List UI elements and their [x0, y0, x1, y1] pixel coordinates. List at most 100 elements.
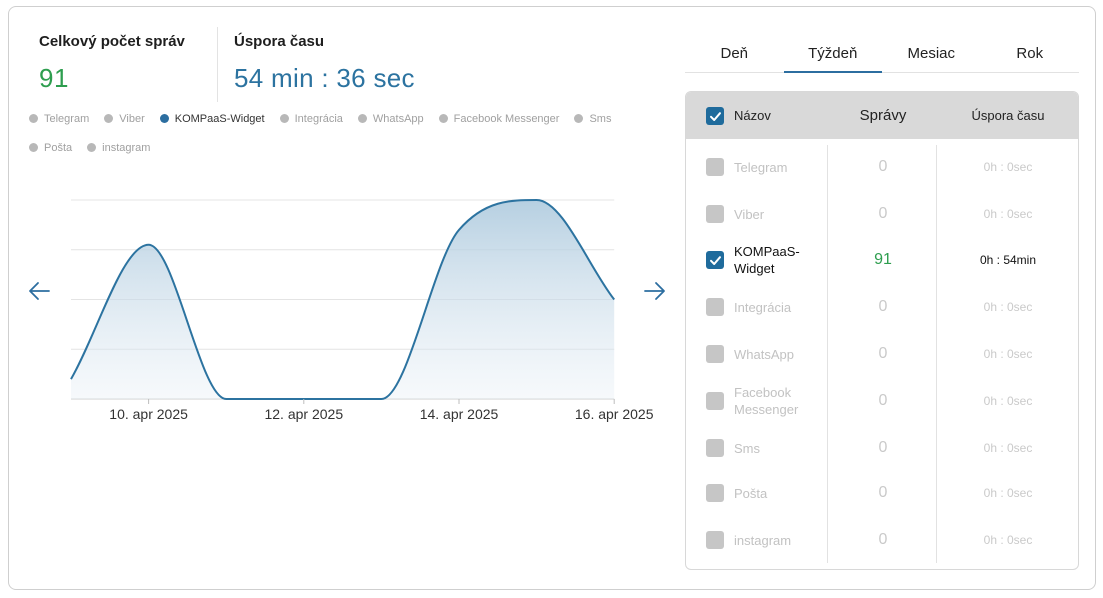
stat-divider: [217, 27, 218, 102]
legend-label: instagram: [102, 141, 151, 154]
table-header: Názov Správy Úspora času: [686, 92, 1078, 139]
legend-dot-icon: [357, 114, 367, 123]
row-checkbox[interactable]: [706, 205, 724, 223]
tab-0[interactable]: Deň: [685, 37, 784, 72]
row-name: Integrácia: [734, 299, 792, 315]
legend-label: Facebook Messenger: [453, 112, 560, 125]
row-messages: 0: [878, 392, 888, 409]
legend-dot-icon: [574, 114, 584, 123]
legend-dot-icon: [29, 114, 38, 123]
x-tick-label: 12. apr 2025: [264, 406, 343, 422]
x-tick-label: 14. apr 2025: [420, 406, 499, 422]
x-tick-label: 10. apr 2025: [109, 406, 188, 422]
table-row: Facebook Messenger 0 0h : 0sec: [686, 379, 1078, 423]
chart-area: 10. apr 2025 12. apr 2025 14. apr 2025 16. …: [9, 157, 679, 427]
row-checkbox[interactable]: [706, 345, 724, 363]
row-name: Viber: [734, 206, 765, 222]
table-row: WhatsApp 0 0h : 0sec: [686, 332, 1078, 376]
row-time-saved: 0h : 0sec: [983, 207, 1033, 221]
legend-label: KOMPaaS-Widget: [174, 112, 265, 125]
row-time-saved: 0h : 0sec: [983, 300, 1033, 314]
header-name: Názov: [734, 108, 771, 123]
row-time-saved: 0h : 0sec: [983, 441, 1033, 455]
legend-dot-icon: [279, 114, 289, 123]
legend-dot-icon: [104, 114, 114, 123]
row-messages: 0: [878, 158, 888, 175]
legend-label: Integrácia: [294, 112, 343, 125]
row-checkbox[interactable]: [706, 298, 724, 316]
total-messages-title: Celkový počet správ: [39, 33, 185, 50]
legend-item[interactable]: Viber: [104, 104, 145, 133]
channels-table: Názov Správy Úspora času Telegram 0 0h : 0…: [685, 91, 1079, 570]
row-checkbox[interactable]: [706, 392, 724, 410]
row-checkbox[interactable]: [706, 251, 724, 269]
time-saved-stat: Úspora času 54 min : 36 sec: [234, 33, 415, 94]
total-messages-value: 91: [39, 63, 69, 93]
tab-1[interactable]: Týždeň: [783, 37, 883, 73]
table-row: Integrácia 0 0h : 0sec: [686, 285, 1078, 329]
row-messages: 0: [878, 439, 888, 456]
time-saved-value: 54 min : 36 sec: [234, 63, 415, 93]
table-row: instagram 0 0h : 0sec: [686, 518, 1078, 562]
legend-label: Viber: [119, 112, 145, 125]
row-name: Telegram: [734, 159, 788, 175]
row-time-saved: 0h : 0sec: [983, 394, 1033, 408]
row-name: instagram: [734, 532, 792, 548]
row-messages: 0: [878, 484, 888, 501]
row-checkbox[interactable]: [706, 484, 724, 502]
legend-dot-icon: [87, 143, 97, 152]
table-row: Viber 0 0h : 0sec: [686, 192, 1078, 236]
row-time-saved: 0h : 54min: [979, 253, 1037, 267]
row-name: Facebook Messenger: [734, 385, 799, 417]
row-time-saved: 0h : 0sec: [983, 347, 1033, 361]
legend-item[interactable]: KOMPaaS-Widget: [159, 104, 265, 133]
header-messages: Správy: [859, 107, 907, 124]
x-tick-label: 16. apr 2025: [575, 406, 654, 422]
row-messages: 0: [878, 298, 888, 315]
legend-item[interactable]: Integrácia: [279, 104, 343, 133]
row-checkbox[interactable]: [706, 158, 724, 176]
legend-item[interactable]: WhatsApp: [357, 104, 424, 133]
legend-dot-icon: [438, 114, 448, 123]
row-messages: 0: [878, 205, 888, 222]
legend-item[interactable]: Telegram: [29, 104, 89, 133]
tab-3[interactable]: Rok: [981, 37, 1080, 72]
select-all-checkbox[interactable]: [706, 107, 724, 125]
row-messages: 91: [874, 251, 892, 268]
statistics-card: Celkový počet správ 91 Úspora času 54 mi…: [8, 6, 1096, 590]
header-time-saved: Úspora času: [971, 108, 1045, 123]
row-name: Pošta: [734, 485, 768, 501]
chart-legend: Telegram Viber KOMPaaS-Widget Integrácia Wha…: [29, 104, 639, 162]
legend-item[interactable]: Sms: [574, 104, 611, 133]
row-name: Sms: [734, 440, 760, 456]
table-row: Pošta 0 0h : 0sec: [686, 471, 1078, 515]
legend-dot-icon: [29, 143, 38, 152]
checkmark-icon: [709, 111, 721, 121]
legend-item[interactable]: Facebook Messenger: [438, 104, 560, 133]
period-tabs: Deň Týždeň Mesiac Rok: [685, 37, 1079, 73]
previous-period-arrow-icon[interactable]: [27, 278, 53, 304]
legend-label: WhatsApp: [372, 112, 424, 125]
row-checkbox[interactable]: [706, 439, 724, 457]
legend-label: Telegram: [44, 112, 90, 125]
table-row: KOMPaaS-Widget 91 0h : 54min: [686, 238, 1078, 282]
row-time-saved: 0h : 0sec: [983, 533, 1033, 547]
row-time-saved: 0h : 0sec: [983, 160, 1033, 174]
legend-label: Pošta: [44, 141, 73, 154]
tab-2[interactable]: Mesiac: [882, 37, 981, 72]
legend-label: Sms: [589, 112, 612, 125]
row-name: KOMPaaS-Widget: [734, 244, 800, 276]
line-chart: 10. apr 2025 12. apr 2025 14. apr 2025 16. …: [70, 198, 654, 422]
table-row: Telegram 0 0h : 0sec: [686, 145, 1078, 189]
row-time-saved: 0h : 0sec: [983, 486, 1033, 500]
table-row: Sms 0 0h : 0sec: [686, 426, 1078, 470]
checkmark-icon: [709, 255, 721, 265]
total-messages-stat: Celkový počet správ 91: [39, 33, 185, 94]
legend-dot-icon: [159, 114, 169, 123]
row-messages: 0: [878, 531, 888, 548]
row-messages: 0: [878, 345, 888, 362]
row-name: WhatsApp: [734, 346, 794, 362]
time-saved-title: Úspora času: [234, 33, 325, 50]
next-period-arrow-icon[interactable]: [641, 278, 667, 304]
row-checkbox[interactable]: [706, 531, 724, 549]
